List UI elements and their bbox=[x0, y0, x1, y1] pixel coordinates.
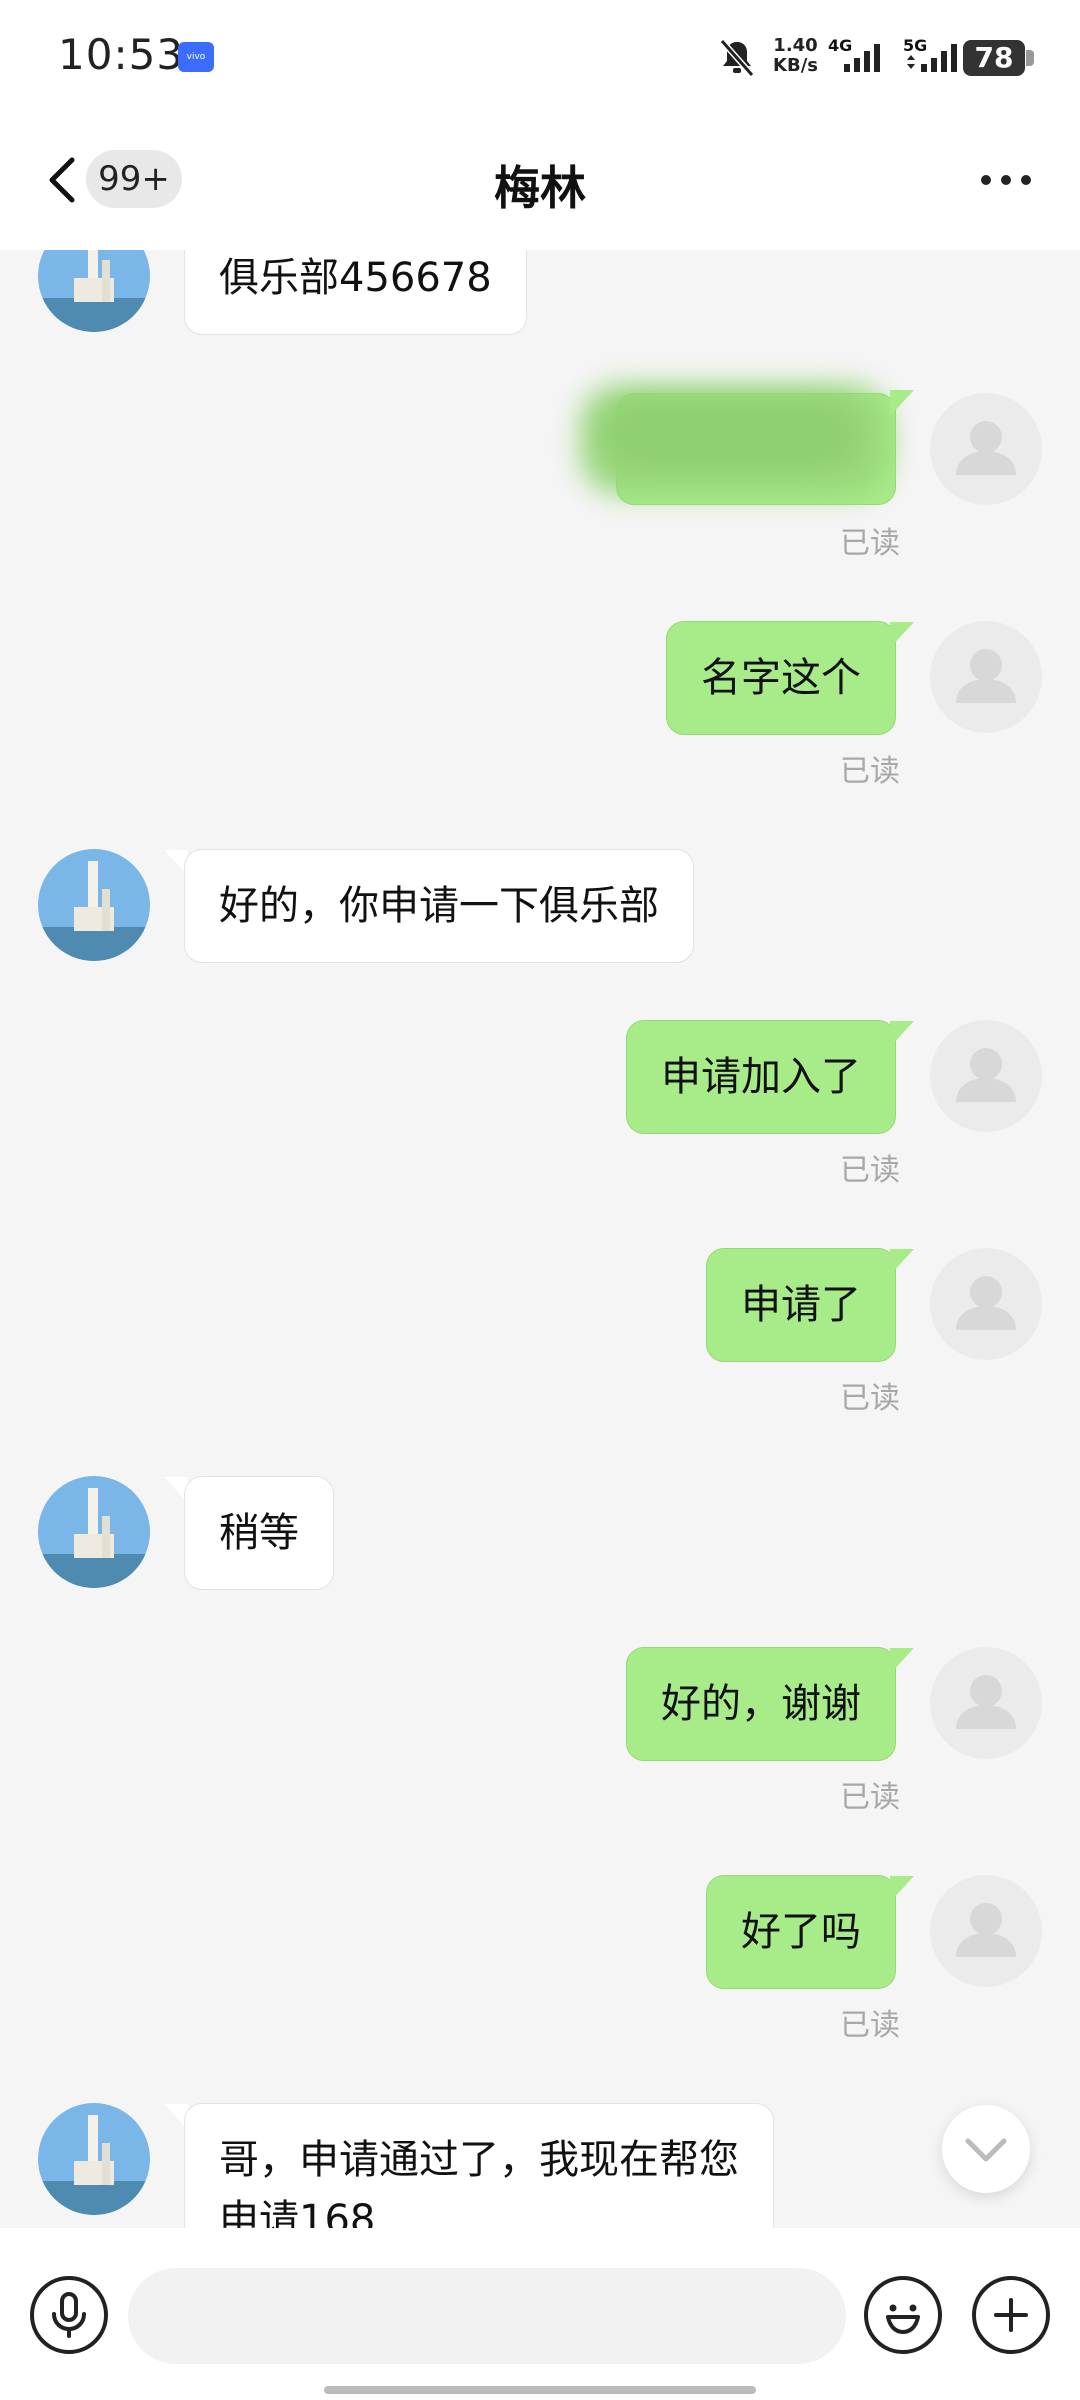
read-receipt: 已读 bbox=[840, 1153, 900, 1188]
redacted-content bbox=[600, 400, 860, 470]
voice-button[interactable] bbox=[30, 2276, 108, 2354]
speed-unit: KB/s bbox=[773, 55, 818, 76]
emoji-button[interactable] bbox=[864, 2276, 942, 2354]
bell-muted-icon bbox=[719, 39, 755, 77]
signal-4g-icon: 4G bbox=[828, 36, 892, 76]
message-text: 名字这个 bbox=[701, 655, 861, 701]
contact-avatar[interactable] bbox=[38, 2103, 150, 2215]
status-time: 10:53 bbox=[58, 30, 185, 79]
message-bubble-incoming[interactable]: 稍等 bbox=[184, 1476, 334, 1590]
message-bubble-outgoing[interactable]: 好了吗 bbox=[706, 1875, 896, 1989]
my-avatar[interactable] bbox=[930, 621, 1042, 733]
bubble-tail bbox=[890, 1876, 914, 1902]
smiley-icon bbox=[886, 2304, 920, 2334]
message-input-bar bbox=[0, 2228, 1080, 2400]
more-options-icon[interactable] bbox=[978, 170, 1034, 190]
bubble-tail bbox=[890, 390, 914, 416]
network-speed: 1.40 KB/s bbox=[773, 36, 818, 76]
message-text-line: 哥，申请通过了，我现在帮您 bbox=[219, 2137, 739, 2183]
contact-avatar[interactable] bbox=[38, 1476, 150, 1588]
home-indicator[interactable] bbox=[324, 2386, 756, 2394]
bubble-tail bbox=[890, 622, 914, 648]
message-text: 好了吗 bbox=[741, 1909, 861, 1955]
message-bubble-incoming[interactable]: 俱乐部456678 bbox=[184, 250, 527, 335]
speed-value: 1.40 bbox=[773, 35, 818, 56]
plus-icon bbox=[994, 2298, 1028, 2332]
message-bubble-incoming[interactable]: 好的，你申请一下俱乐部 bbox=[184, 849, 694, 963]
read-receipt: 已读 bbox=[840, 2008, 900, 2043]
message-bubble-outgoing[interactable]: 申请了 bbox=[706, 1248, 896, 1362]
battery-cap bbox=[1026, 50, 1034, 66]
message-bubble-outgoing[interactable]: 名字这个 bbox=[666, 621, 896, 735]
message-text: 稍等 bbox=[219, 1510, 299, 1556]
read-receipt: 已读 bbox=[840, 754, 900, 789]
message-bubble-outgoing[interactable]: 好的，谢谢 bbox=[626, 1647, 896, 1761]
message-text: 好的，你申请一下俱乐部 bbox=[219, 883, 659, 929]
my-avatar[interactable] bbox=[930, 393, 1042, 505]
my-avatar[interactable] bbox=[930, 1875, 1042, 1987]
bubble-tail bbox=[890, 1648, 914, 1674]
message-text-line: 申请168 bbox=[219, 2197, 376, 2228]
bubble-tail bbox=[890, 1021, 914, 1047]
read-receipt: 已读 bbox=[840, 1381, 900, 1416]
contact-avatar[interactable] bbox=[38, 849, 150, 961]
message-list[interactable]: 俱乐部456678 已读 名字这个 已读 好的，你申请一下俱乐部 申请加入了 已… bbox=[0, 250, 1080, 2228]
more-actions-button[interactable] bbox=[972, 2276, 1050, 2354]
bubble-tail bbox=[890, 1249, 914, 1275]
chat-header: 99+ 梅林 bbox=[0, 120, 1080, 250]
message-bubble-outgoing[interactable]: 申请加入了 bbox=[626, 1020, 896, 1134]
contact-avatar[interactable] bbox=[38, 250, 150, 332]
read-receipt: 已读 bbox=[840, 1780, 900, 1815]
my-avatar[interactable] bbox=[930, 1647, 1042, 1759]
message-text: 申请了 bbox=[741, 1282, 861, 1328]
message-bubble-incoming[interactable]: 哥，申请通过了，我现在帮您 申请168 bbox=[184, 2103, 774, 2228]
status-bar: 10:53 vivo 1.40 KB/s 4G 5G 78 bbox=[0, 0, 1080, 120]
carrier-badge: vivo bbox=[178, 42, 214, 72]
message-input[interactable] bbox=[128, 2268, 846, 2364]
message-text: 好的，谢谢 bbox=[661, 1681, 861, 1727]
battery-level: 78 bbox=[963, 40, 1025, 76]
read-receipt: 已读 bbox=[840, 526, 900, 561]
my-avatar[interactable] bbox=[930, 1020, 1042, 1132]
message-text: 俱乐部456678 bbox=[219, 255, 492, 301]
my-avatar[interactable] bbox=[930, 1248, 1042, 1360]
message-text: 申请加入了 bbox=[661, 1054, 861, 1100]
chevron-down-icon bbox=[965, 2138, 1007, 2162]
scroll-to-bottom-button[interactable] bbox=[942, 2105, 1030, 2193]
microphone-icon bbox=[52, 2292, 86, 2338]
chat-title: 梅林 bbox=[494, 161, 586, 215]
